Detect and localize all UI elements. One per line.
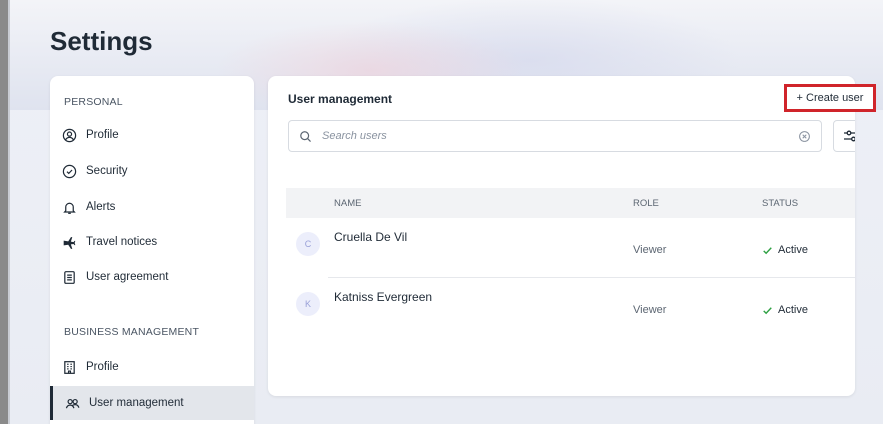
document-icon xyxy=(64,270,75,284)
user-circle-icon xyxy=(62,128,77,142)
settings-sidebar: PERSONAL Profile Security Alerts Travel … xyxy=(50,76,254,424)
user-name[interactable]: Katniss Evergreen xyxy=(334,290,432,304)
bell-icon xyxy=(63,202,76,214)
sidebar-item-label: User agreement xyxy=(86,271,169,283)
search-bar xyxy=(288,120,822,152)
section-label-personal: PERSONAL xyxy=(64,96,123,108)
sidebar-item-profile[interactable]: Profile xyxy=(62,122,242,148)
table-header: NAME ROLE STATUS xyxy=(286,188,855,218)
status-text: Active xyxy=(778,244,808,256)
table-row[interactable]: K Katniss Evergreen Viewer Active xyxy=(286,280,855,338)
status-badge: Active xyxy=(762,244,808,256)
sidebar-item-label: Security xyxy=(86,165,128,177)
search-icon xyxy=(300,130,311,142)
sidebar-item-label: Alerts xyxy=(86,201,116,213)
sidebar-item-label: Profile xyxy=(86,129,119,141)
section-label-business-management: BUSINESS MANAGEMENT xyxy=(64,326,200,338)
sidebar-item-travel-notices[interactable]: Travel notices xyxy=(62,229,242,255)
users-icon xyxy=(65,398,80,408)
column-header-name: NAME xyxy=(334,198,362,209)
app-frame: Settings PERSONAL Profile Security Alert… xyxy=(8,0,883,424)
panel-title: User management xyxy=(288,92,393,106)
plane-icon xyxy=(63,236,76,249)
shield-check-icon xyxy=(62,164,77,178)
user-role: Viewer xyxy=(633,244,667,256)
sidebar-item-user-management[interactable]: User management xyxy=(50,386,254,420)
user-role: Viewer xyxy=(633,304,667,316)
sidebar-item-label: User management xyxy=(89,397,184,409)
sidebar-item-business-profile[interactable]: Profile xyxy=(62,354,242,380)
building-icon xyxy=(64,360,75,374)
check-icon xyxy=(763,246,772,254)
filter-button[interactable]: 1 xyxy=(833,120,855,152)
table-row[interactable]: C Cruella De Vil Viewer Active xyxy=(286,220,855,278)
sidebar-item-label: Profile xyxy=(86,361,119,373)
column-header-role: ROLE xyxy=(633,198,659,209)
sidebar-item-label: Travel notices xyxy=(86,236,158,248)
user-name[interactable]: Cruella De Vil xyxy=(334,230,407,244)
sidebar-item-user-agreement[interactable]: User agreement xyxy=(62,264,242,290)
sliders-icon xyxy=(844,130,855,142)
create-user-button[interactable]: + Create user xyxy=(784,84,876,112)
sidebar-item-alerts[interactable]: Alerts xyxy=(62,194,242,220)
row-divider xyxy=(328,277,855,278)
status-badge: Active xyxy=(762,304,808,316)
avatar: K xyxy=(296,292,320,316)
check-icon xyxy=(763,306,772,314)
avatar: C xyxy=(296,232,320,256)
status-text: Active xyxy=(778,304,808,316)
sidebar-item-security[interactable]: Security xyxy=(62,158,242,184)
search-input[interactable] xyxy=(322,130,788,142)
clear-icon[interactable] xyxy=(798,130,811,143)
page-title: Settings xyxy=(50,26,153,56)
user-management-panel: User management 1 NAME ROLE STATUS C Cru… xyxy=(268,76,855,396)
column-header-status: STATUS xyxy=(762,198,799,209)
